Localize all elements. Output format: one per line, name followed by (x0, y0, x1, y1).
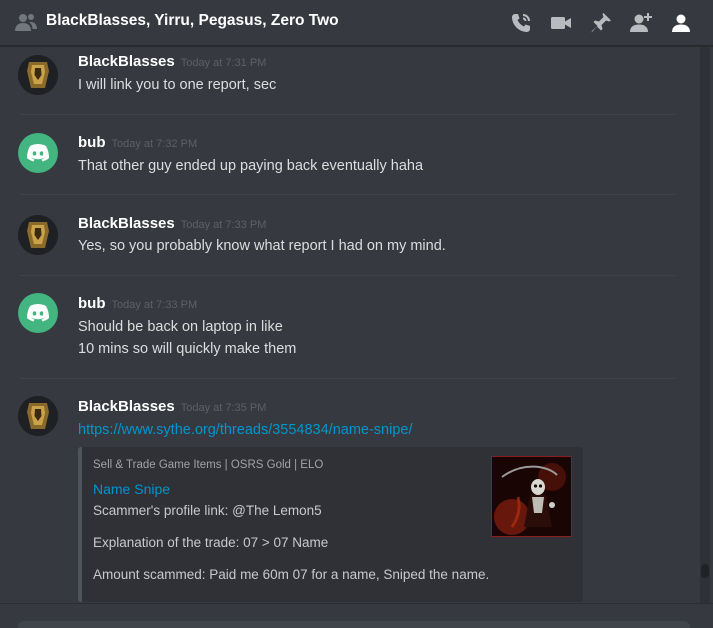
message-timestamp: Today at 7:33 PM (180, 219, 267, 231)
avatar[interactable] (18, 55, 58, 95)
message-divider (20, 378, 675, 379)
embed-provider[interactable]: Sell & Trade Game Items | OSRS Gold | EL… (93, 459, 323, 471)
message-author[interactable]: bub Today at 7:32 PM (78, 134, 197, 151)
scrollbar-thumb[interactable] (701, 564, 709, 578)
message-author[interactable]: BlackBlasses Today at 7:31 PM (78, 53, 266, 70)
member-list-icon[interactable] (669, 11, 693, 35)
link-embed: Sell & Trade Game Items | OSRS Gold | EL… (78, 447, 583, 602)
call-icon[interactable] (509, 11, 533, 35)
message-composer[interactable] (18, 621, 690, 628)
blackblasses-avatar-icon (18, 396, 58, 436)
grim-reaper-thumbnail-icon (492, 457, 571, 536)
message-text: 10 mins so will quickly make them (78, 341, 297, 357)
channel-title: BlackBlasses, Yirru, Pegasus, Zero Two (46, 12, 339, 29)
add-member-icon[interactable] (629, 11, 653, 35)
message-divider (20, 114, 675, 115)
discord-logo-icon (27, 304, 49, 322)
message-text: Yes, so you probably know what report I … (78, 238, 446, 254)
message-author[interactable]: BlackBlasses Today at 7:35 PM (78, 398, 266, 415)
avatar[interactable] (18, 133, 58, 173)
message-text: I will link you to one report, sec (78, 77, 277, 93)
message-text: Should be back on laptop in like (78, 319, 283, 335)
scrollbar-track[interactable] (700, 47, 710, 603)
message-timestamp: Today at 7:32 PM (111, 138, 198, 150)
embed-thumbnail[interactable] (491, 456, 572, 537)
message-timestamp: Today at 7:31 PM (180, 57, 267, 69)
message-timestamp: Today at 7:33 PM (111, 299, 198, 311)
message-link[interactable]: https://www.sythe.org/threads/3554834/na… (78, 419, 413, 441)
message-list[interactable]: BlackBlasses Today at 7:31 PM I will link… (0, 47, 700, 603)
blackblasses-avatar-icon (18, 215, 58, 255)
message-divider (20, 275, 675, 276)
avatar[interactable] (18, 396, 58, 436)
embed-description-line: Amount scammed: Paid me 60m 07 for a nam… (93, 567, 490, 582)
discord-logo-icon (27, 144, 49, 162)
message-author[interactable]: bub Today at 7:33 PM (78, 295, 197, 312)
embed-description-line: Explanation of the trade: 07 > 07 Name (93, 535, 329, 550)
message-author[interactable]: BlackBlasses Today at 7:33 PM (78, 215, 266, 232)
blackblasses-avatar-icon (18, 55, 58, 95)
avatar[interactable] (18, 293, 58, 333)
video-icon[interactable] (549, 11, 573, 35)
avatar[interactable] (18, 215, 58, 255)
message-timestamp: Today at 7:35 PM (180, 402, 267, 414)
message-text: That other guy ended up paying back even… (78, 158, 424, 174)
message-divider (20, 194, 675, 195)
embed-title[interactable]: Name Snipe (93, 481, 170, 497)
embed-description-line: Scammer's profile link: @The Lemon5 (93, 503, 322, 518)
pin-icon[interactable] (589, 11, 613, 35)
composer-divider (0, 603, 713, 604)
people-icon (15, 14, 37, 31)
channel-header: BlackBlasses, Yirru, Pegasus, Zero Two (0, 0, 713, 46)
